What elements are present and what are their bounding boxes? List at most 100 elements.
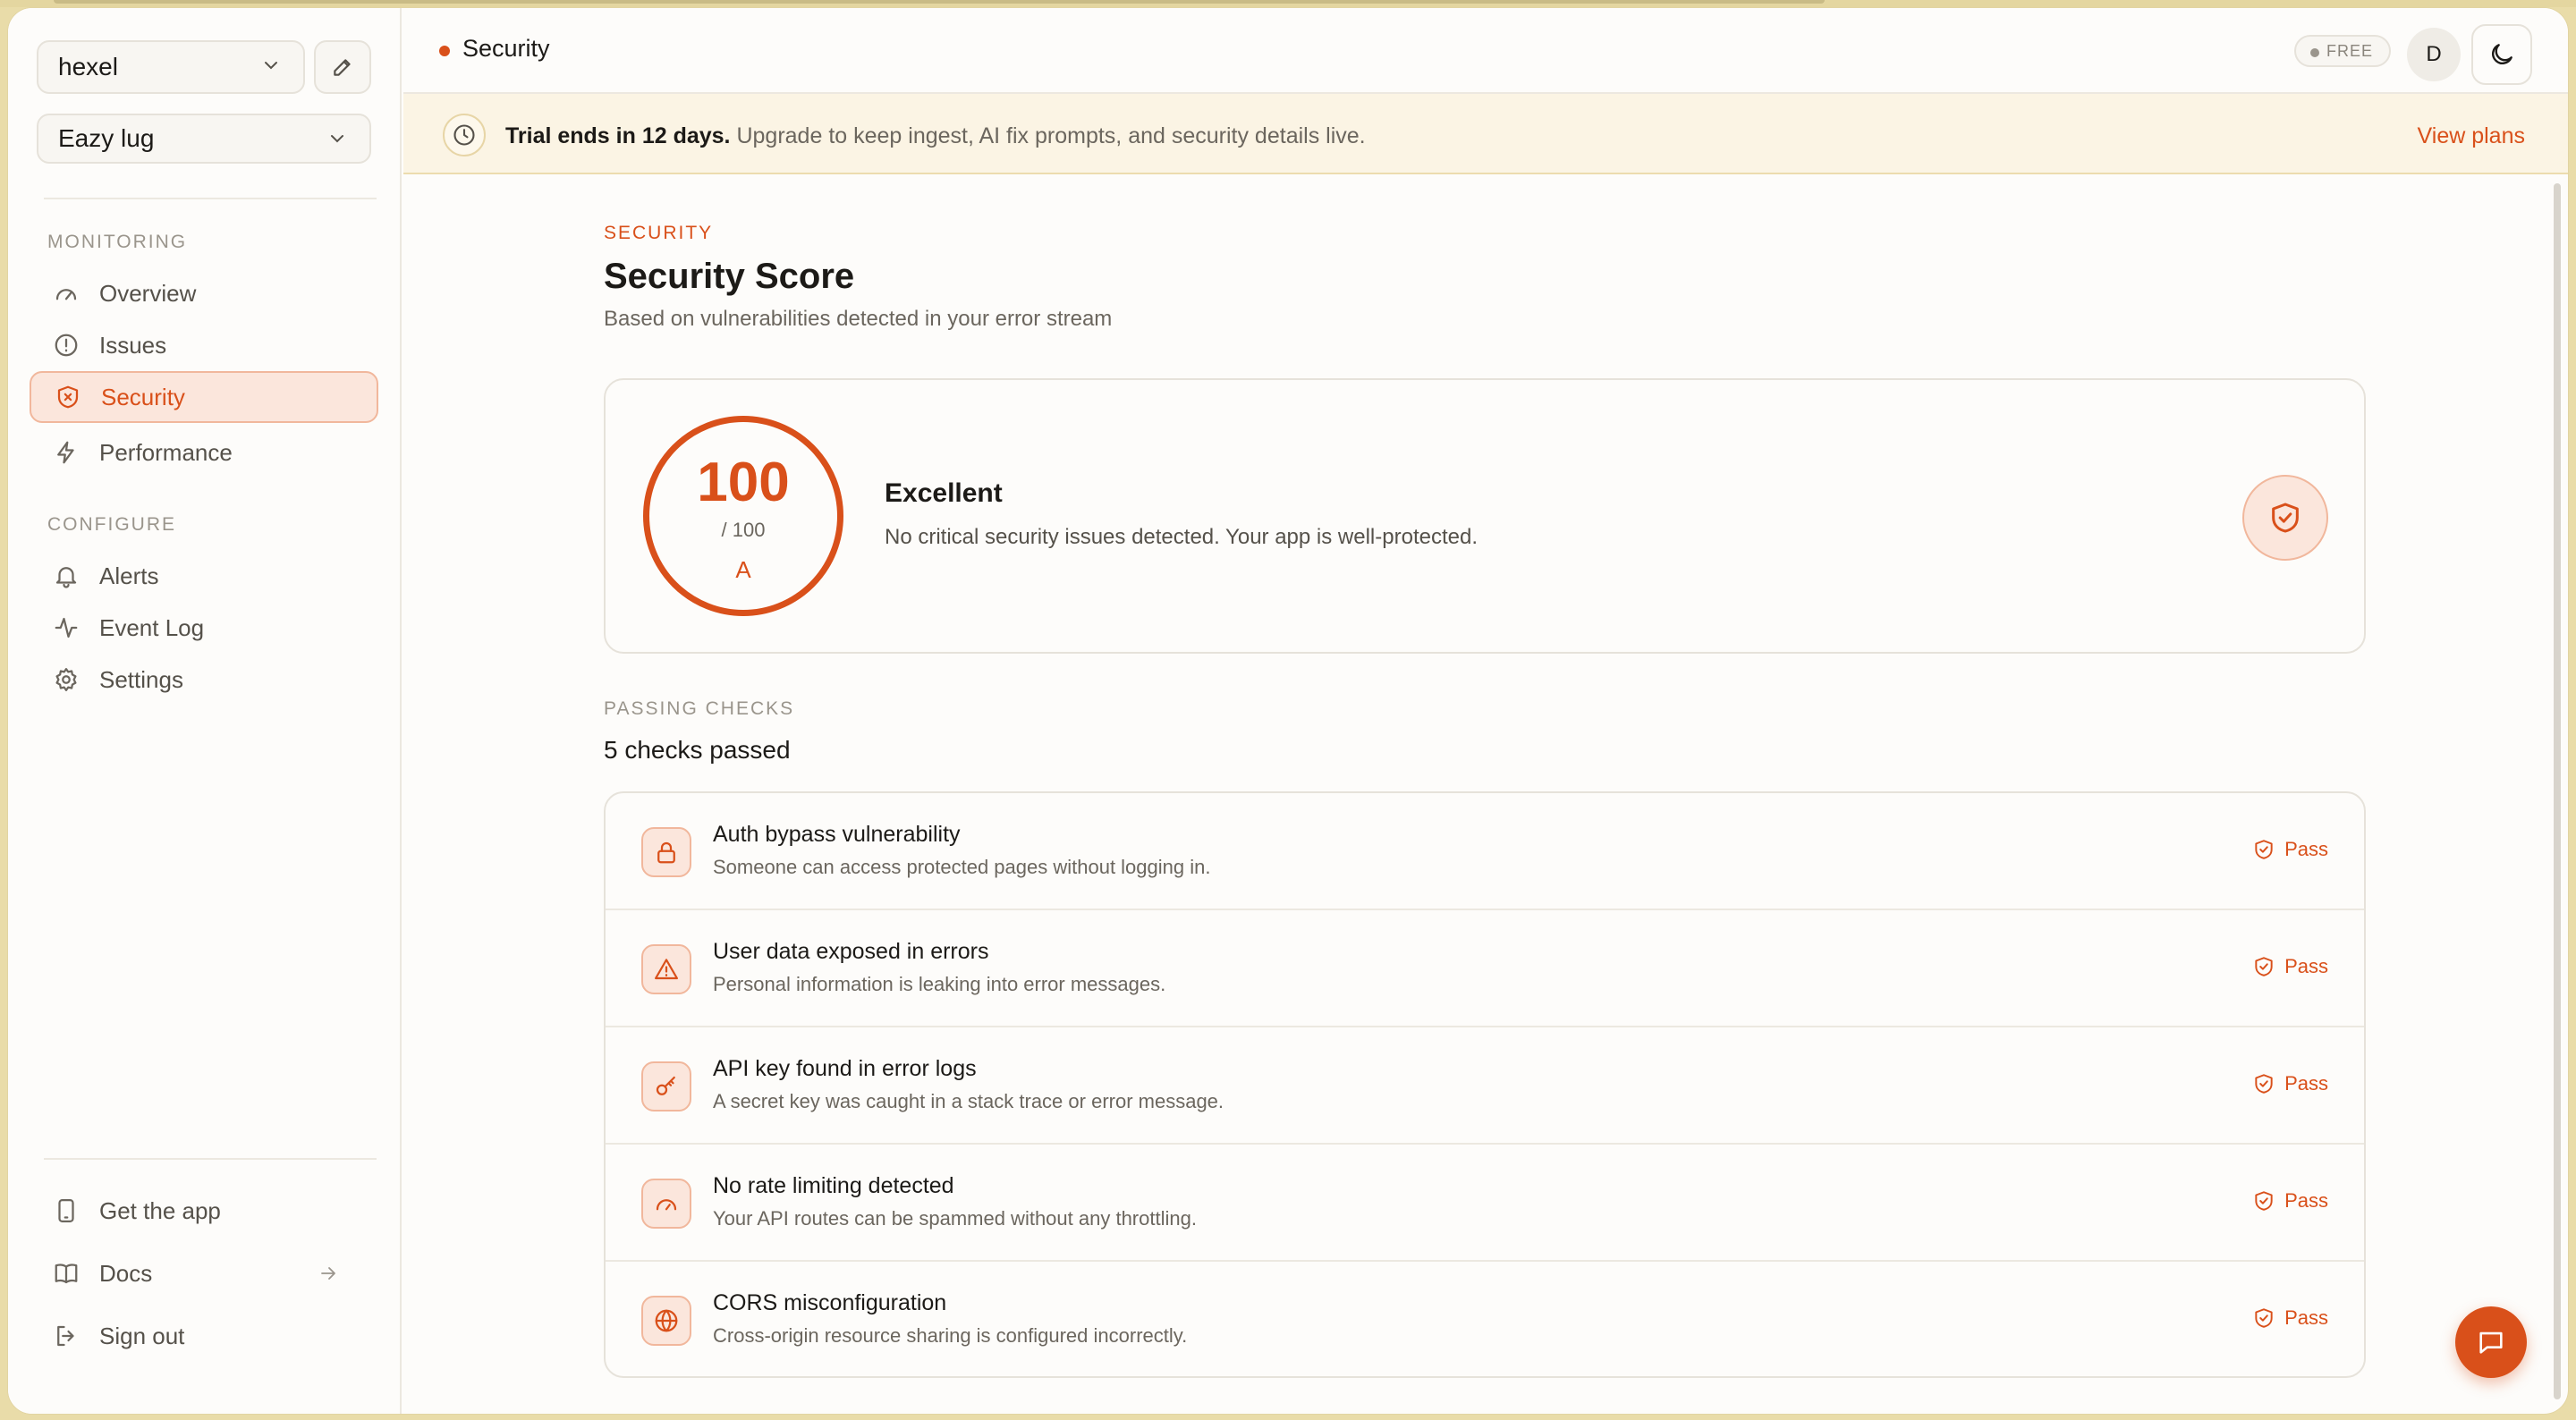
- arrow-right-icon: [321, 1267, 335, 1280]
- speedometer-icon: [656, 1199, 677, 1211]
- check-description: Personal information is leaking into err…: [713, 973, 1166, 995]
- score-card: 100 / 100 A Excellent No critical securi…: [604, 378, 2366, 654]
- top-header: Security FREE D: [403, 8, 2568, 94]
- trial-banner: Trial ends in 12 days. Upgrade to keep i…: [403, 94, 2568, 174]
- check-description: Cross-origin resource sharing is configu…: [713, 1324, 1188, 1347]
- workspace-select[interactable]: hexel: [37, 40, 305, 94]
- moon-icon: [2492, 44, 2512, 64]
- check-row[interactable]: CORS misconfiguration Cross-origin resou…: [606, 1262, 2364, 1376]
- sidebar-item-label: Overview: [99, 279, 197, 307]
- sidebar-divider: [44, 198, 377, 199]
- bell-icon: [55, 567, 77, 588]
- main-scrollbar[interactable]: [2554, 183, 2561, 1399]
- check-title: API key found in error logs: [713, 1056, 977, 1081]
- sidebar-item-performance[interactable]: Performance: [30, 427, 378, 478]
- score-max: / 100: [721, 519, 766, 541]
- checks-kicker: PASSING CHECKS: [604, 698, 795, 719]
- trial-detail: Upgrade to keep ingest, AI fix prompts, …: [736, 123, 1366, 148]
- page-kicker: SECURITY: [604, 223, 714, 243]
- phone-icon: [58, 1199, 74, 1222]
- status-label: Pass: [2284, 1306, 2328, 1329]
- key-icon: [656, 1076, 675, 1095]
- sidebar-divider: [44, 1158, 377, 1160]
- lock-icon: [657, 841, 675, 864]
- trial-headline: Trial ends in 12 days.: [505, 123, 731, 148]
- clock-icon-wrap: [443, 114, 486, 156]
- shield-check-icon: [2255, 1308, 2273, 1328]
- check-row[interactable]: No rate limiting detected Your API route…: [606, 1145, 2364, 1262]
- check-description: Someone can access protected pages witho…: [713, 856, 1211, 878]
- chevron-down-icon: [265, 62, 277, 70]
- chat-bubble-icon: [2479, 1331, 2503, 1354]
- configure-section-label: CONFIGURE: [47, 514, 176, 535]
- check-status: Pass: [2252, 838, 2328, 861]
- check-status: Pass: [2252, 1189, 2328, 1213]
- sidebar-item-label: Event Log: [99, 613, 205, 641]
- trial-message: Trial ends in 12 days. Upgrade to keep i…: [505, 123, 1366, 149]
- view-plans-link[interactable]: View plans: [2418, 123, 2525, 149]
- status-label: Pass: [2284, 1189, 2328, 1212]
- project-select[interactable]: Eazy lug: [37, 114, 371, 164]
- checks-list: Auth bypass vulnerability Someone can ac…: [604, 791, 2366, 1378]
- page-subtitle: Based on vulnerabilities detected in you…: [604, 307, 1113, 331]
- check-row[interactable]: User data exposed in errors Personal inf…: [606, 910, 2364, 1027]
- shield-x-icon: [57, 385, 79, 409]
- pencil-icon: [334, 59, 351, 76]
- check-description: A secret key was caught in a stack trace…: [713, 1090, 1224, 1112]
- check-row[interactable]: API key found in error logs A secret key…: [606, 1027, 2364, 1145]
- top-strip-bar: [54, 0, 1825, 4]
- status-label: Pass: [2284, 838, 2328, 860]
- gear-icon: [55, 668, 77, 691]
- shield-check-icon: [2272, 503, 2299, 533]
- score-value: 100: [697, 452, 790, 513]
- shield-check-icon: [2255, 957, 2273, 976]
- sidebar-item-issues[interactable]: Issues: [30, 319, 378, 371]
- sidebar-item-label: Sign out: [99, 1322, 185, 1349]
- check-row[interactable]: Auth bypass vulnerability Someone can ac…: [606, 793, 2364, 910]
- check-title: Auth bypass vulnerability: [713, 822, 961, 847]
- sidebar-item-overview[interactable]: Overview: [30, 267, 378, 319]
- score-grade: A: [735, 556, 751, 583]
- check-title: CORS misconfiguration: [713, 1290, 947, 1315]
- alert-circle-icon: [55, 334, 78, 357]
- checks-title: 5 checks passed: [604, 736, 791, 764]
- sidebar: hexel Eazy lug MONITORING Overview Issue…: [8, 8, 402, 1414]
- monitoring-section-label: MONITORING: [47, 232, 188, 252]
- check-description: Your API routes can be spammed without a…: [713, 1207, 1197, 1230]
- check-icon-wrap: [641, 1179, 691, 1229]
- plan-badge[interactable]: FREE: [2293, 35, 2391, 67]
- gauge-icon: [55, 289, 77, 300]
- sidebar-item-settings[interactable]: Settings: [30, 654, 378, 706]
- sidebar-item-event-log[interactable]: Event Log: [30, 602, 378, 654]
- score-label: Excellent: [885, 478, 1003, 508]
- sidebar-item-sign-out[interactable]: Sign out: [30, 1310, 378, 1362]
- sidebar-item-alerts[interactable]: Alerts: [30, 550, 378, 602]
- activity-icon: [55, 617, 78, 638]
- status-label: Pass: [2284, 955, 2328, 977]
- check-title: User data exposed in errors: [713, 939, 989, 964]
- avatar[interactable]: D: [2407, 28, 2461, 81]
- clock-icon: [453, 124, 475, 146]
- sidebar-item-docs[interactable]: Docs: [30, 1247, 378, 1299]
- shield-check-icon: [2255, 840, 2273, 859]
- shield-check-icon: [2255, 1191, 2273, 1211]
- theme-toggle-button[interactable]: [2471, 24, 2532, 85]
- main-area: Security FREE D Trial ends in 12 days. U…: [403, 8, 2568, 1414]
- sidebar-item-label: Performance: [99, 438, 233, 466]
- sidebar-item-security[interactable]: Security: [30, 371, 378, 423]
- chevron-down-icon: [331, 135, 343, 143]
- check-icon-wrap: [641, 1061, 691, 1111]
- book-icon: [55, 1264, 78, 1284]
- globe-icon: [655, 1309, 678, 1332]
- chat-button[interactable]: [2455, 1306, 2527, 1378]
- sidebar-item-get-the-app[interactable]: Get the app: [30, 1185, 378, 1237]
- breadcrumb-dot: [439, 46, 450, 56]
- score-description: No critical security issues detected. Yo…: [885, 525, 1478, 549]
- bolt-icon: [57, 441, 74, 464]
- sidebar-item-label: Alerts: [99, 562, 159, 589]
- shield-check-icon: [2255, 1074, 2273, 1094]
- project-select-value: Eazy lug: [58, 124, 155, 152]
- check-status: Pass: [2252, 1072, 2328, 1095]
- edit-workspace-button[interactable]: [314, 40, 371, 94]
- warning-triangle-icon: [655, 959, 678, 980]
